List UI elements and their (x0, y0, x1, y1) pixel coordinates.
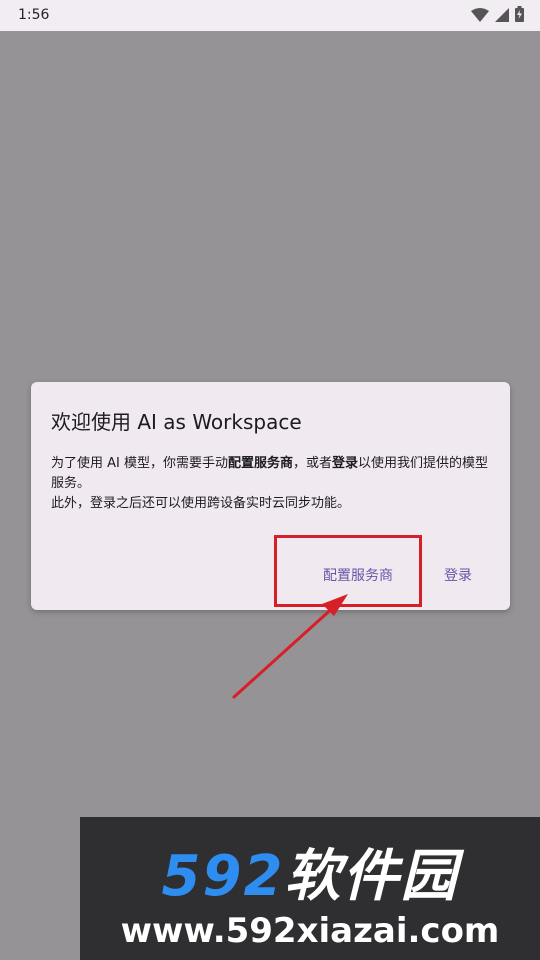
status-icons (471, 6, 524, 26)
body-bold-config: 配置服务商 (228, 456, 294, 471)
watermark-logo: 592软件园 (80, 831, 540, 912)
wifi-icon (471, 7, 489, 26)
watermark: 592软件园 www.592xiazai.com (80, 817, 540, 960)
battery-icon (515, 6, 524, 26)
watermark-logo-number: 592 (161, 844, 285, 909)
welcome-dialog: 欢迎使用 AI as Workspace 为了使用 AI 模型，你需要手动配置服… (31, 382, 510, 610)
status-time: 1:56 (18, 7, 50, 23)
watermark-logo-text: 软件园 (284, 844, 459, 909)
body-text: 为了使用 AI 模型，你需要手动 (51, 456, 228, 471)
dialog-body: 为了使用 AI 模型，你需要手动配置服务商，或者登录以使用我们提供的模型服务。 … (51, 454, 491, 514)
body-text-sync: 此外，登录之后还可以使用跨设备实时云同步功能。 (51, 496, 351, 511)
dialog-title: 欢迎使用 AI as Workspace (51, 410, 302, 434)
signal-icon (495, 7, 509, 26)
login-button[interactable]: 登录 (444, 565, 472, 585)
status-bar: 1:56 (0, 0, 540, 31)
body-text: ，或者 (293, 456, 333, 471)
body-bold-login: 登录 (332, 456, 359, 471)
highlight-box (274, 535, 422, 607)
watermark-url: www.592xiazai.com (120, 911, 500, 951)
